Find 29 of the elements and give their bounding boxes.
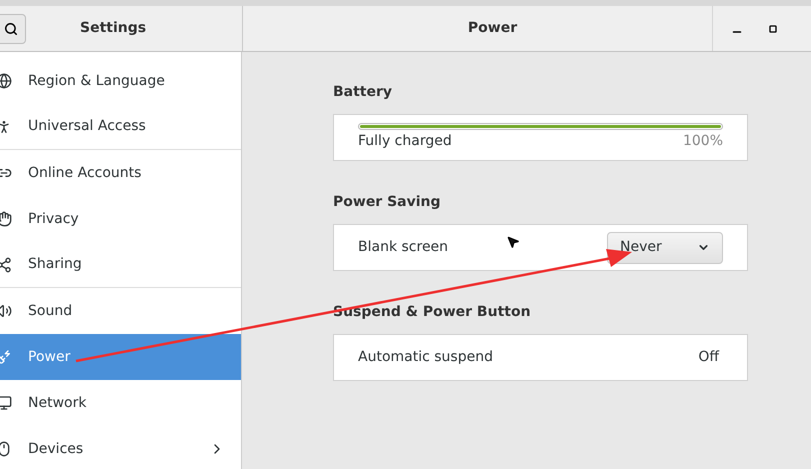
battery-percent: 100% (682, 132, 723, 151)
mouse-pointer-icon (506, 235, 520, 249)
sidebar-item[interactable]: Online Accounts (0, 150, 241, 196)
speaker-icon (0, 303, 12, 319)
monitor-icon (0, 395, 12, 411)
setting-label: Automatic suspend (358, 348, 493, 367)
mouse-icon (0, 441, 12, 457)
maximize-icon[interactable] (769, 24, 777, 32)
section-heading: Power Saving (333, 193, 442, 212)
hand-icon (0, 211, 12, 227)
globe-icon (0, 73, 12, 89)
window-title: Power (466, 19, 518, 38)
battery-status: Fully charged (358, 132, 452, 151)
sidebar-item[interactable]: Region & Language (0, 58, 241, 104)
setting-value: Off (698, 348, 719, 367)
search-icon (4, 22, 18, 36)
dropdown-button[interactable]: Never (607, 232, 723, 264)
sidebar-title: Settings (80, 19, 146, 38)
setting-label: Blank screen (358, 238, 448, 257)
sidebar-item[interactable]: Sound (0, 288, 241, 334)
sidebar-item[interactable]: Network (0, 380, 241, 426)
plug-icon (0, 349, 12, 365)
sidebar-item[interactable]: Sharing (0, 242, 241, 288)
section-heading: Battery (333, 83, 394, 102)
sidebar-item[interactable]: Privacy (0, 196, 241, 242)
sidebar-item[interactable]: Universal Access (0, 104, 241, 150)
sidebar-item[interactable]: Devices (0, 426, 241, 469)
search-button[interactable] (0, 14, 26, 44)
share-icon (0, 256, 12, 272)
